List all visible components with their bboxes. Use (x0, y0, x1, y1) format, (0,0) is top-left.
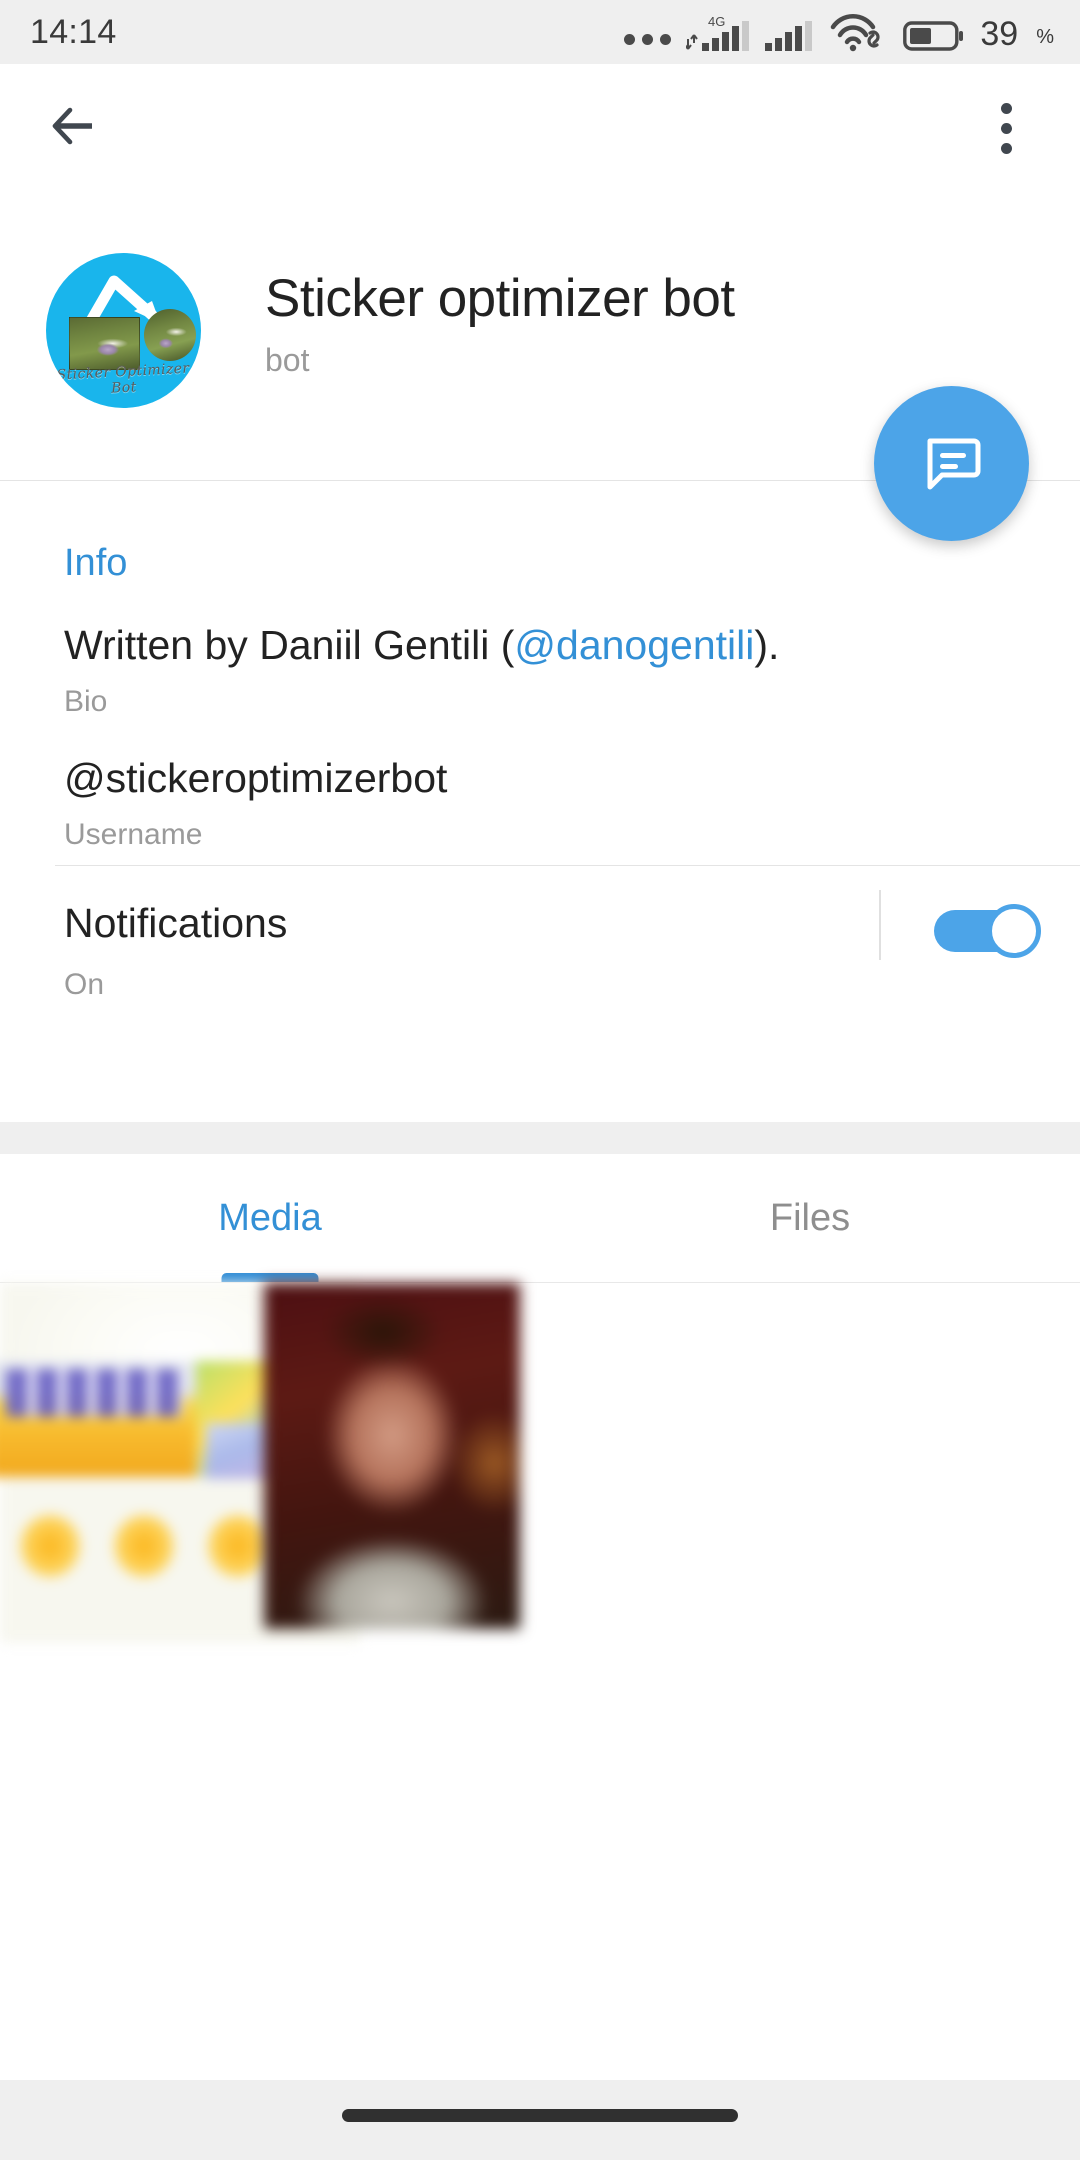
overflow-menu-button[interactable] (958, 80, 1054, 176)
battery-icon (903, 19, 965, 53)
media-tabs: Media Files (0, 1154, 1080, 1282)
battery-percent: 39 (980, 15, 1019, 53)
cellular-4g-icon: 4G (686, 13, 750, 53)
wifi-link-icon (830, 11, 888, 53)
network-type-label: 4G (708, 14, 725, 29)
notifications-title[interactable]: Notifications (64, 900, 287, 947)
section-separator-band (0, 1122, 1080, 1154)
system-navigation-bar (0, 2080, 1080, 2160)
status-icons: 4G 39 % (624, 11, 1054, 53)
app-bar (0, 64, 1080, 192)
notifications-state-label: On (64, 968, 105, 1001)
battery-percent-unit: % (1036, 26, 1054, 48)
home-gesture-bar[interactable] (342, 2109, 738, 2122)
phone-screen: 14:14 4G 39 % Sticker Optimizer Bot Stic… (0, 0, 1080, 2160)
username-value[interactable]: @stickeroptimizerbot (64, 755, 447, 802)
overflow-menu-icon (1000, 102, 1012, 114)
notifications-toggle[interactable] (934, 904, 1041, 958)
info-section: Info Written by Daniil Gentili (@danogen… (0, 481, 1080, 1122)
avatar-photo-after (144, 309, 196, 361)
media-thumbnail-2[interactable] (264, 1283, 520, 1629)
bio-value[interactable]: Written by Daniil Gentili (@danogentili)… (64, 622, 779, 669)
status-bar: 14:14 4G 39 % (0, 0, 1080, 64)
tab-files[interactable]: Files (540, 1154, 1080, 1282)
send-message-fab[interactable] (874, 386, 1029, 541)
bio-label: Bio (64, 685, 108, 718)
thumb1-chips (6, 1495, 282, 1597)
tab-media-label: Media (218, 1196, 322, 1239)
back-button[interactable] (26, 80, 122, 176)
thumb1-package-text (6, 1369, 182, 1417)
username-label: Username (64, 818, 203, 851)
tab-active-indicator (221, 1273, 319, 1282)
info-section-header: Info (64, 542, 128, 584)
bio-text-suffix: ). (754, 622, 780, 668)
avatar-photo-before (69, 317, 140, 370)
bio-mention-link[interactable]: @danogentili (514, 622, 754, 668)
media-grid (0, 1283, 1080, 2080)
toggle-separator (879, 890, 881, 960)
message-bubble-icon (916, 425, 988, 502)
more-dots-icon (624, 34, 672, 53)
avatar-caption: Sticker Optimizer Bot (56, 360, 190, 397)
toggle-knob (987, 904, 1041, 958)
thumb2-hair (308, 1289, 458, 1375)
cellular-signal-icon (765, 13, 815, 53)
notifications-divider (55, 865, 1080, 866)
page-title: Sticker optimizer bot (265, 269, 735, 328)
avatar[interactable]: Sticker Optimizer Bot (46, 253, 201, 408)
tab-media[interactable]: Media (0, 1154, 540, 1282)
tab-files-label: Files (769, 1196, 851, 1239)
status-clock: 14:14 (30, 12, 117, 51)
back-arrow-icon (46, 98, 102, 159)
profile-subtitle: bot (265, 342, 310, 378)
bio-text-prefix: Written by Daniil Gentili ( (64, 622, 515, 668)
